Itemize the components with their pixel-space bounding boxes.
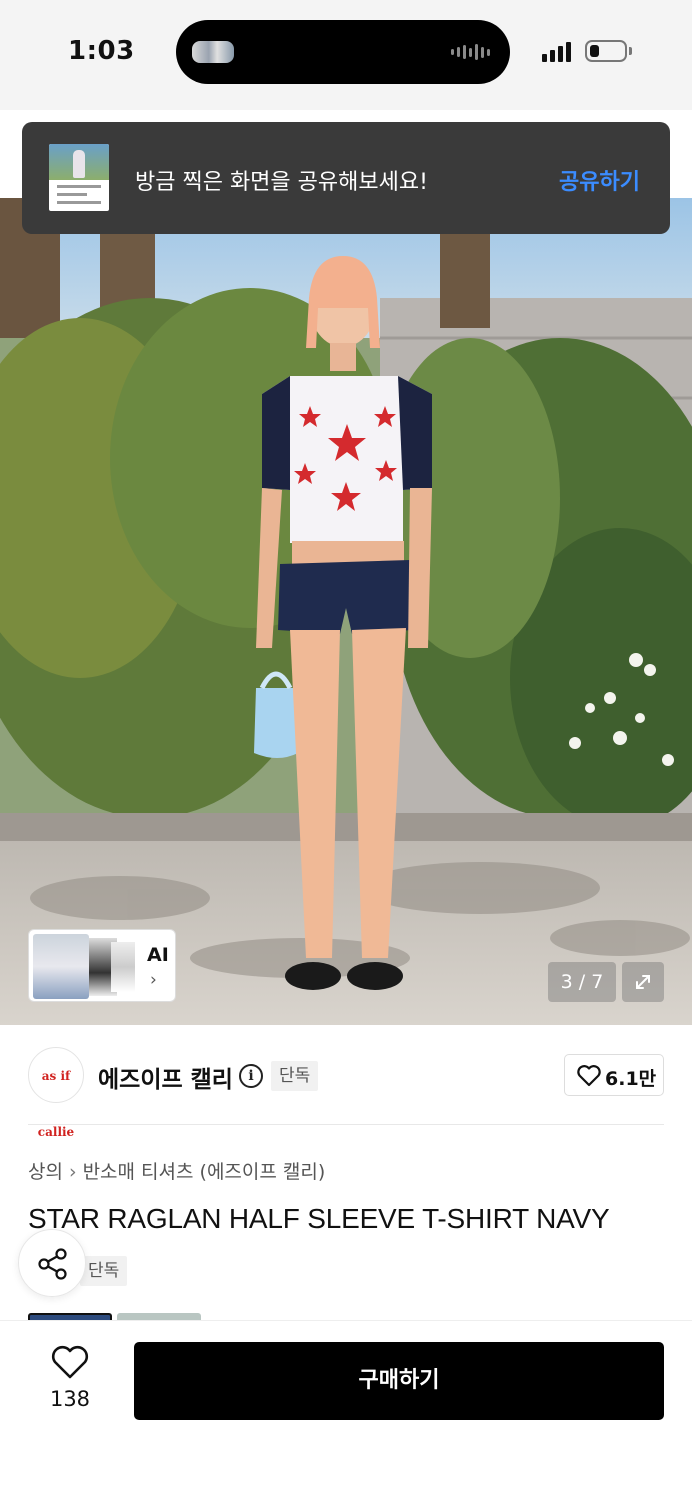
thumbnail-3: [111, 942, 135, 992]
breadcrumb-category[interactable]: 상의: [28, 1161, 63, 1183]
heart-icon: [577, 1065, 601, 1087]
share-icon: [38, 1248, 67, 1280]
ai-label: AI: [147, 944, 169, 966]
bottom-action-bar: 138 구매하기: [0, 1320, 692, 1500]
product-title: STAR RAGLAN HALF SLEEVE T-SHIRT NAVY: [28, 1203, 610, 1234]
heart-icon[interactable]: [50, 1345, 90, 1381]
share-button[interactable]: [18, 1229, 86, 1297]
brand-like-button[interactable]: 6.1만: [564, 1054, 664, 1096]
breadcrumb-subcategory[interactable]: 반소매 티셔츠 (에즈이프 캘리): [83, 1161, 326, 1183]
breadcrumb: 상의 › 반소매 티셔츠 (에즈이프 캘리): [28, 1157, 325, 1184]
product-exclusive-badge: 단독: [80, 1256, 128, 1286]
divider: [28, 1124, 664, 1125]
audio-wave-icon: [451, 44, 490, 60]
thumbnail-1: [33, 934, 89, 999]
brand-name[interactable]: 에즈이프 캘리: [98, 1060, 233, 1094]
dynamic-island: [176, 20, 510, 84]
brand-like-count: 6.1만: [605, 1068, 657, 1090]
cellular-signal-icon: [542, 40, 571, 62]
chevron-right-icon: ›: [150, 970, 157, 990]
status-time: 1:03: [68, 36, 135, 66]
share-screenshot-toast: 방금 찍은 화면을 공유해보세요! 공유하기: [22, 122, 670, 234]
now-playing-thumbnail: [192, 41, 234, 63]
ai-similar-items-button[interactable]: AI ›: [28, 929, 176, 1002]
buy-button[interactable]: 구매하기: [134, 1342, 664, 1420]
product-image[interactable]: [0, 198, 692, 1025]
info-icon[interactable]: i: [239, 1064, 263, 1088]
exclusive-badge: 단독: [271, 1061, 319, 1091]
status-bar: 1:03: [0, 0, 692, 110]
brand-logo[interactable]: as if callie: [28, 1047, 84, 1139]
expand-icon: [636, 975, 650, 989]
wishlist-count: 138: [49, 1387, 91, 1411]
expand-button[interactable]: [622, 962, 664, 1002]
battery-icon: [585, 40, 627, 62]
battery-tip: [629, 47, 632, 55]
product-photo: [0, 198, 692, 1025]
chevron-right-icon: ›: [68, 1161, 77, 1183]
toast-share-button[interactable]: 공유하기: [559, 164, 640, 196]
image-counter: 3 / 7: [548, 962, 616, 1002]
toast-message: 방금 찍은 화면을 공유해보세요!: [135, 170, 428, 195]
screenshot-thumbnail[interactable]: [49, 144, 109, 211]
